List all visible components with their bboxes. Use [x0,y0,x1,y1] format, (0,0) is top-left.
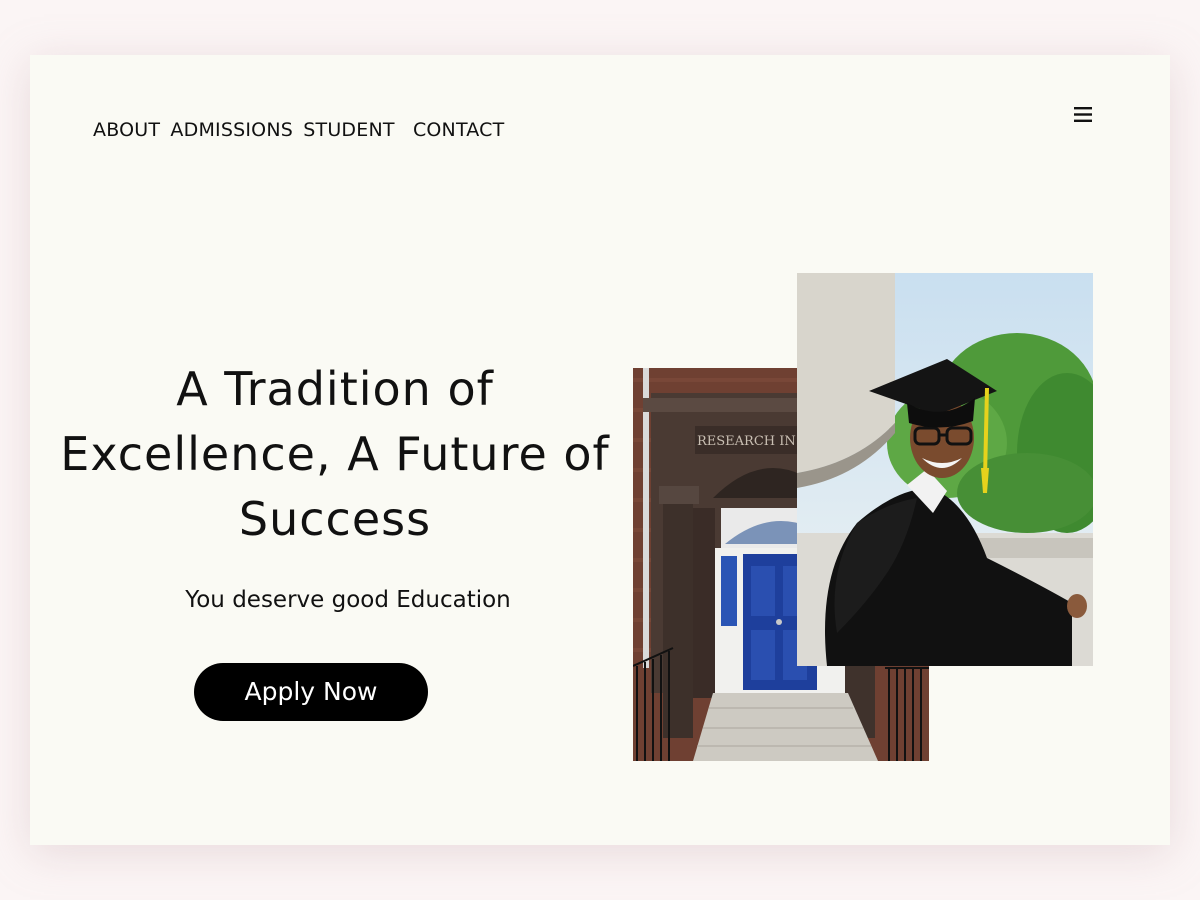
nav-item-admissions[interactable]: ADMISSIONS [170,119,293,141]
hamburger-menu-icon[interactable] [1072,104,1096,126]
graduate-photo [797,273,1093,666]
nav-item-about[interactable]: ABOUT [93,119,160,141]
graduate-illustration [797,273,1093,666]
main-nav: ABOUT ADMISSIONS STUDENT CONTACT [93,119,504,141]
hero-subtitle: You deserve good Education [185,587,511,613]
nav-item-contact[interactable]: CONTACT [413,119,505,141]
apply-now-button[interactable]: Apply Now [194,663,428,721]
building-sign-text: RESEARCH IN [697,434,796,449]
hero-card: ABOUT ADMISSIONS STUDENT CONTACT A Tradi… [30,55,1170,845]
hero-title: A Tradition of Excellence, A Future of S… [60,362,610,546]
nav-item-student[interactable]: STUDENT [303,119,394,141]
